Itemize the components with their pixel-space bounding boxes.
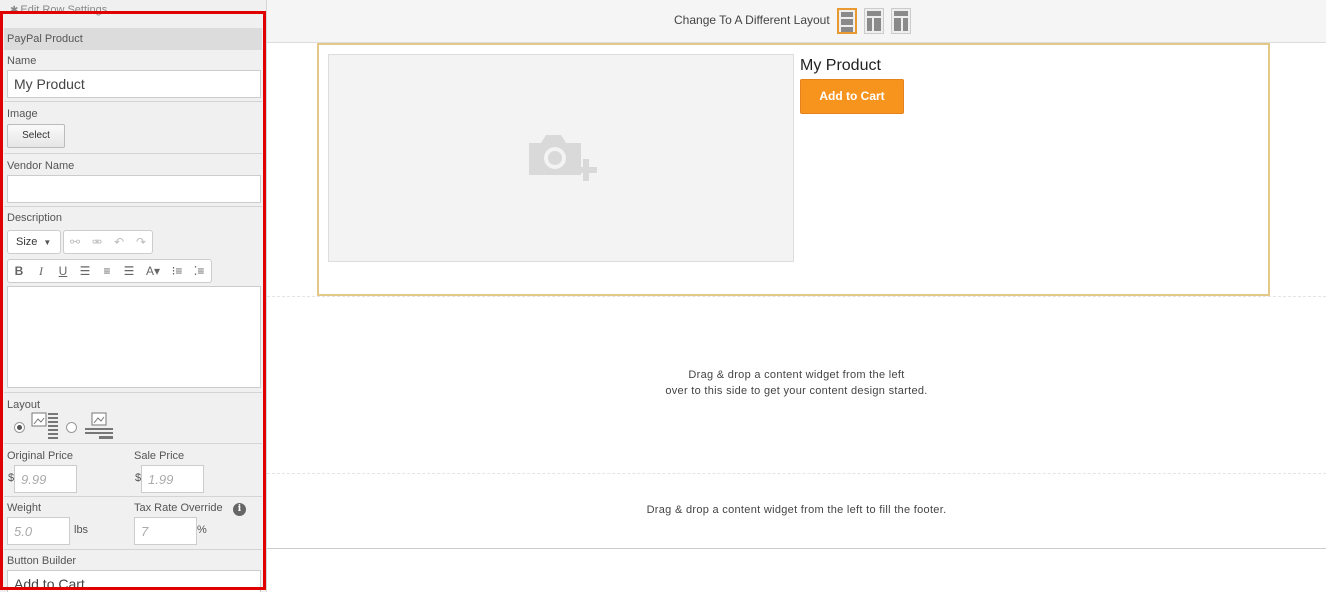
bold-icon[interactable]: B: [8, 260, 30, 282]
link-icon[interactable]: ⚯: [64, 231, 86, 253]
layout-single-column-icon[interactable]: [837, 8, 857, 34]
weight-tax-section: Weight 5.0 lbs Tax Rate Override i 7 %: [4, 499, 262, 550]
tax-rate-label: Tax Rate Override: [134, 502, 223, 514]
layout-radio-image-top[interactable]: [66, 422, 77, 433]
settings-panel: ✱ Edit Row Settings PayPal Product Name M…: [0, 0, 267, 592]
weight-placeholder: 5.0: [14, 524, 33, 539]
undo-icon[interactable]: ↶: [108, 231, 130, 253]
product-image-placeholder[interactable]: [328, 54, 794, 262]
italic-icon[interactable]: I: [30, 260, 52, 282]
image-select-button[interactable]: Select: [7, 124, 65, 148]
layout-toolbar: Change To A Different Layout: [267, 0, 1326, 43]
layout-label: Layout: [7, 399, 41, 411]
tax-rate-input[interactable]: 7: [134, 517, 197, 545]
layout-image-left-icon: [31, 412, 58, 439]
image-section: Image Select: [4, 104, 262, 154]
add-to-cart-button[interactable]: Add to Cart: [800, 79, 904, 114]
vendor-label: Vendor Name: [7, 160, 75, 172]
vendor-name-input[interactable]: [7, 175, 261, 203]
panel-header: PayPal Product: [4, 28, 262, 50]
button-builder-label: Button Builder: [7, 555, 77, 567]
product-title: My Product: [800, 57, 881, 74]
footer-drop-text: Drag & drop a content widget from the le…: [646, 504, 947, 516]
align-left-icon[interactable]: ☰: [74, 260, 96, 282]
button-builder-input[interactable]: Add to Cart: [7, 570, 261, 592]
main-drop-zone[interactable]: Drag & drop a content widget from the le…: [267, 367, 1326, 399]
sale-price-placeholder: 1.99: [148, 472, 174, 487]
original-price-input[interactable]: 9.99: [14, 465, 77, 493]
info-icon[interactable]: i: [233, 503, 246, 516]
original-price-label: Original Price: [7, 450, 74, 462]
layout-image-top-icon: [85, 412, 113, 439]
layout-sidebar-right-icon[interactable]: [891, 8, 911, 34]
name-label: Name: [7, 55, 37, 67]
description-label: Description: [7, 212, 63, 224]
button-builder-section: Button Builder Add to Cart: [4, 552, 262, 592]
weight-label: Weight: [7, 502, 42, 514]
gear-icon: ✱: [10, 5, 19, 16]
layout-section: Layout: [4, 395, 262, 444]
name-section: Name My Product: [4, 52, 262, 102]
font-size-dropdown[interactable]: Size ▼: [7, 230, 61, 254]
unordered-list-icon[interactable]: ⁚≡: [188, 260, 210, 282]
description-section: Description Size ▼ ⚯ ⚮ ↶ ↷ B I U ☰ ≡ ☰ A…: [4, 208, 262, 393]
footer-separator: [267, 473, 1326, 474]
description-editor[interactable]: [7, 286, 261, 388]
footer-drop-zone[interactable]: Drag & drop a content widget from the le…: [267, 502, 1326, 518]
sale-price-label: Sale Price: [134, 450, 185, 462]
weight-unit: lbs: [74, 524, 89, 536]
tax-rate-unit: %: [197, 524, 207, 536]
redo-icon[interactable]: ↷: [130, 231, 152, 253]
image-label: Image: [7, 108, 38, 120]
change-layout-label: Change To A Different Layout: [674, 13, 830, 27]
unlink-icon[interactable]: ⚮: [86, 231, 108, 253]
underline-icon[interactable]: U: [52, 260, 74, 282]
edit-row-settings-label: Edit Row Settings: [20, 4, 108, 16]
font-size-label: Size: [16, 236, 38, 248]
ordered-list-icon[interactable]: ⁝≡: [166, 260, 188, 282]
text-color-icon[interactable]: A▾: [140, 260, 166, 282]
content-canvas: My Product Add to Cart Drag & drop a con…: [267, 43, 1326, 592]
name-input[interactable]: My Product: [7, 70, 261, 98]
price-section: Original Price $ 9.99 Sale Price $ 1.99: [4, 446, 262, 497]
app-window: ✱ Edit Row Settings PayPal Product Name M…: [0, 0, 1326, 592]
link-toolbar: ⚯ ⚮ ↶ ↷: [63, 230, 153, 254]
format-toolbar: B I U ☰ ≡ ☰ A▾ ⁝≡ ⁚≡: [7, 259, 212, 283]
weight-input[interactable]: 5.0: [7, 517, 70, 545]
add-photo-icon: [529, 135, 597, 181]
paypal-product-widget[interactable]: My Product Add to Cart: [317, 43, 1270, 296]
sale-price-input[interactable]: 1.99: [141, 465, 204, 493]
caret-down-icon: ▼: [43, 237, 52, 247]
drop-zone-line-2: over to this side to get your content de…: [665, 385, 928, 397]
drop-zone-line-1: Drag & drop a content widget from the le…: [688, 369, 905, 381]
original-price-placeholder: 9.99: [21, 472, 47, 487]
vendor-section: Vendor Name: [4, 156, 262, 207]
footer-divider: [267, 548, 1326, 549]
edit-row-settings-link[interactable]: ✱ Edit Row Settings: [10, 4, 107, 16]
layout-sidebar-left-icon[interactable]: [864, 8, 884, 34]
tax-rate-placeholder: 7: [141, 524, 149, 539]
row-separator: [267, 296, 1326, 297]
align-right-icon[interactable]: ☰: [118, 260, 140, 282]
align-center-icon[interactable]: ≡: [96, 260, 118, 282]
layout-radio-image-left[interactable]: [14, 422, 25, 433]
